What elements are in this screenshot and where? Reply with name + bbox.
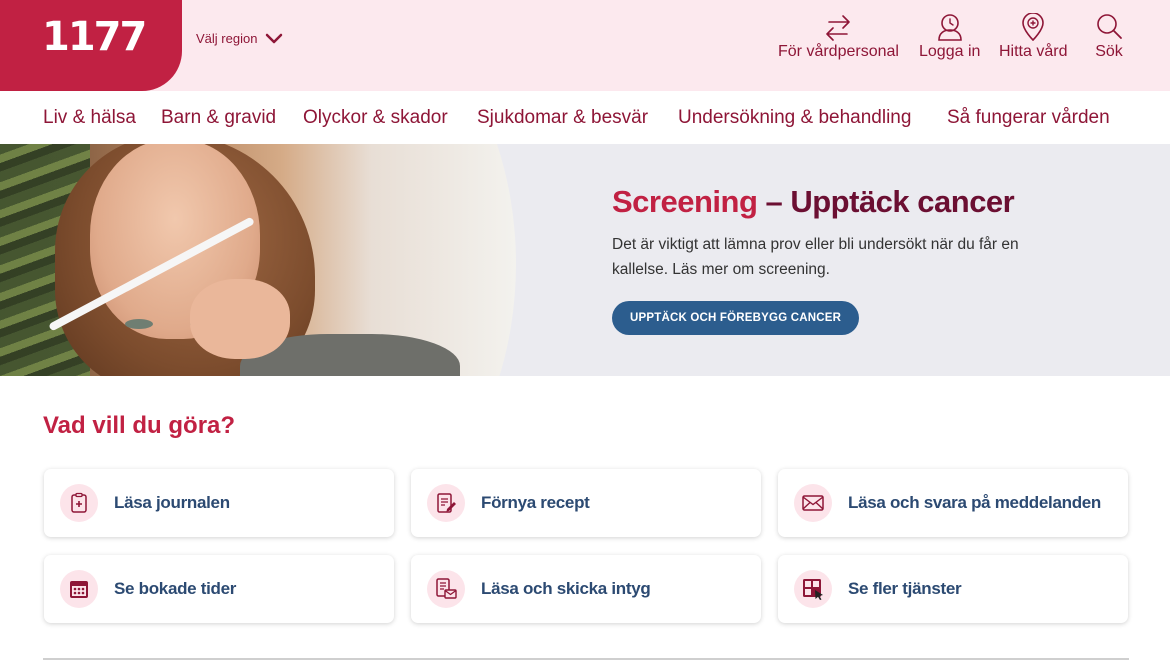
certificate-icon (427, 570, 465, 608)
site-header: 1177 Välj region För vårdpersonal Logga … (0, 0, 1170, 91)
service-card-certificates[interactable]: Läsa och skicka intyg (411, 555, 761, 623)
chevron-down-icon (266, 33, 283, 43)
location-icon (1022, 13, 1045, 41)
logo-text: 1177 (42, 14, 147, 60)
arrows-icon (826, 15, 851, 41)
user-icon (937, 14, 962, 41)
region-selector[interactable]: Välj region (196, 31, 283, 46)
hero-cta-button[interactable]: UPPTÄCK OCH FÖREBYGG CANCER (612, 301, 860, 335)
search-label: Sök (1095, 43, 1123, 60)
logo[interactable]: 1177 (0, 0, 182, 91)
service-card-journal[interactable]: Läsa journalen (44, 469, 394, 537)
nav-item-undersokning-behandling[interactable]: Undersökning & behandling (678, 107, 911, 129)
mail-icon (794, 484, 832, 522)
hero-title-highlight: Screening (612, 184, 758, 219)
journal-icon (60, 484, 98, 522)
hero-image (0, 144, 516, 376)
service-label: Läsa och svara på meddelanden (848, 493, 1102, 512)
main-navigation: Liv & hälsa Barn & gravid Olyckor & skad… (0, 91, 1170, 144)
nav-item-olyckor-skador[interactable]: Olyckor & skador (303, 107, 448, 129)
service-label: Läsa journalen (114, 493, 230, 512)
grid-icon (794, 570, 832, 608)
prescription-icon (427, 484, 465, 522)
service-label: Förnya recept (481, 493, 590, 512)
service-label: Läsa och skicka intyg (481, 579, 651, 598)
service-label: Se bokade tider (114, 579, 237, 598)
hero-text: Det är viktigt att lämna prov eller bli … (612, 236, 1019, 278)
service-card-more[interactable]: Se fler tjänster (778, 555, 1128, 623)
region-label: Välj region (196, 31, 258, 46)
service-card-appointments[interactable]: Se bokade tider (44, 555, 394, 623)
hero-title: Screening – Upptäck cancer (612, 184, 1015, 220)
nav-item-barn-gravid[interactable]: Barn & gravid (161, 107, 276, 129)
service-label: Se fler tjänster (848, 579, 962, 598)
divider (43, 658, 1129, 660)
hero-title-rest: – Upptäck cancer (757, 184, 1015, 219)
find-care-link[interactable]: Hitta vård (999, 13, 1067, 61)
search-icon (1097, 14, 1122, 39)
search-link[interactable]: Sök (1094, 13, 1124, 61)
services-heading: Vad vill du göra? (43, 412, 236, 439)
healthcare-staff-link[interactable]: För vårdpersonal (778, 13, 899, 61)
service-card-prescription[interactable]: Förnya recept (411, 469, 761, 537)
find-care-label: Hitta vård (999, 43, 1068, 60)
service-card-messages[interactable]: Läsa och svara på meddelanden (778, 469, 1128, 537)
nav-item-sjukdomar-besvar[interactable]: Sjukdomar & besvär (477, 107, 648, 129)
hero-banner: Screening – Upptäck cancer Det är viktig… (0, 144, 1170, 376)
login-link[interactable]: Logga in (919, 13, 980, 61)
healthcare-staff-label: För vårdpersonal (778, 43, 899, 60)
login-label: Logga in (919, 43, 981, 60)
calendar-icon (60, 570, 98, 608)
nav-item-sa-fungerar-varden[interactable]: Så fungerar vården (947, 107, 1110, 129)
nav-item-liv-halsa[interactable]: Liv & hälsa (43, 107, 136, 129)
